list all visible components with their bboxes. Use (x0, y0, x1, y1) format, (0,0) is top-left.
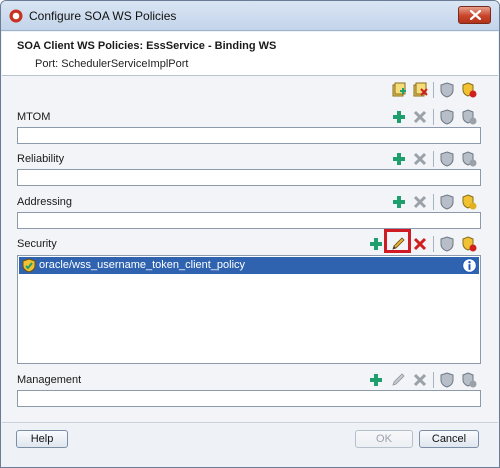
ok-button[interactable]: OK (355, 430, 413, 448)
reliability-policy-list[interactable] (17, 169, 481, 186)
mtom-policy-list[interactable] (17, 127, 481, 144)
security-policy-name: oracle/wss_username_token_client_policy (39, 259, 246, 271)
info-icon[interactable] (462, 258, 477, 273)
attach-all-policies-icon[interactable] (391, 82, 407, 98)
cancel-button[interactable]: Cancel (419, 430, 479, 448)
management-override-icon[interactable] (439, 372, 455, 388)
reliability-add-icon[interactable] (391, 151, 407, 167)
mtom-settings-icon[interactable] (461, 109, 477, 125)
toolbar-separator (433, 109, 434, 125)
security-override-icon[interactable] (439, 236, 455, 252)
validate-policies-icon[interactable] (439, 82, 455, 98)
toolbar-separator (433, 82, 434, 98)
toolbar-separator (433, 236, 434, 252)
addressing-add-icon[interactable] (391, 194, 407, 210)
security-add-icon[interactable] (368, 236, 384, 252)
close-icon (470, 10, 481, 20)
window-title: Configure SOA WS Policies (29, 9, 177, 23)
addressing-settings-icon[interactable] (461, 194, 477, 210)
dialog-header: SOA Client WS Policies: EssService - Bin… (2, 32, 498, 75)
configure-policies-dialog: Configure SOA WS Policies SOA Client WS … (0, 0, 500, 468)
reliability-remove-icon[interactable] (412, 151, 428, 167)
policy-shield-icon (22, 258, 36, 273)
addressing-remove-icon[interactable] (412, 194, 428, 210)
toolbar-separator (433, 151, 434, 167)
mtom-override-icon[interactable] (439, 109, 455, 125)
policy-settings-icon[interactable] (461, 82, 477, 98)
management-add-icon[interactable] (368, 372, 384, 388)
close-button[interactable] (458, 6, 491, 24)
addressing-override-icon[interactable] (439, 194, 455, 210)
security-policy-list[interactable]: oracle/wss_username_token_client_policy (17, 255, 481, 364)
footer-divider (2, 422, 498, 423)
toolbar-separator (433, 372, 434, 388)
management-settings-icon[interactable] (461, 372, 477, 388)
port-label: Port: SchedulerServiceImplPort (35, 58, 189, 70)
edit-highlight-box (384, 229, 411, 253)
security-label: Security (17, 238, 57, 250)
mtom-add-icon[interactable] (391, 109, 407, 125)
addressing-policy-list[interactable] (17, 212, 481, 229)
policies-panel: MTOM Reliability Addressing Security ora… (2, 76, 498, 424)
security-remove-icon[interactable] (412, 236, 428, 252)
reliability-override-icon[interactable] (439, 151, 455, 167)
security-policy-row[interactable]: oracle/wss_username_token_client_policy (19, 257, 479, 274)
detach-all-policies-icon[interactable] (412, 82, 428, 98)
reliability-label: Reliability (17, 153, 65, 165)
oracle-app-icon (9, 9, 23, 23)
toolbar-separator (433, 194, 434, 210)
management-remove-icon[interactable] (412, 372, 428, 388)
header-title: SOA Client WS Policies: EssService - Bin… (17, 40, 277, 52)
mtom-label: MTOM (17, 111, 51, 123)
mtom-remove-icon[interactable] (412, 109, 428, 125)
management-edit-icon[interactable] (390, 372, 406, 388)
reliability-settings-icon[interactable] (461, 151, 477, 167)
addressing-label: Addressing (17, 196, 73, 208)
management-policy-list[interactable] (17, 390, 481, 407)
help-button[interactable]: Help (16, 430, 68, 448)
title-bar: Configure SOA WS Policies (1, 1, 499, 31)
management-label: Management (17, 374, 82, 386)
security-settings-icon[interactable] (461, 236, 477, 252)
